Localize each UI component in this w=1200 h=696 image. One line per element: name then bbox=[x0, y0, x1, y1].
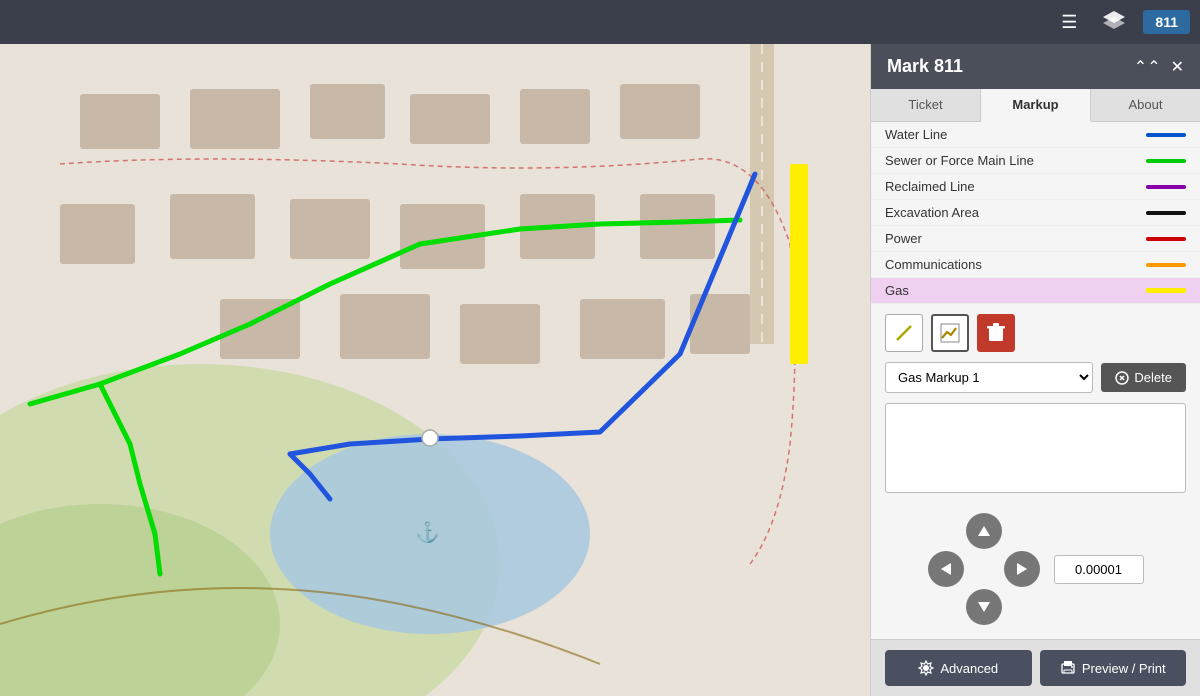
line-tool-button[interactable] bbox=[885, 314, 923, 352]
panel-header-icons: ⌃⌃ ✕ bbox=[1134, 57, 1184, 77]
panel: Mark 811 ⌃⌃ ✕ Ticket Markup About Water … bbox=[870, 44, 1200, 696]
preview-print-button[interactable]: Preview / Print bbox=[1040, 650, 1187, 686]
nav-right-button[interactable] bbox=[1004, 551, 1040, 587]
legend-label-gas: Gas bbox=[885, 283, 1146, 298]
top-bar: ☰ 811 bbox=[0, 0, 1200, 44]
legend-item-excavation: Excavation Area bbox=[871, 200, 1200, 226]
legend-label-power: Power bbox=[885, 231, 1146, 246]
legend-item-sewer: Sewer or Force Main Line bbox=[871, 148, 1200, 174]
advanced-label: Advanced bbox=[940, 661, 998, 676]
nav-controls: 0.00001 bbox=[871, 503, 1200, 635]
nav-empty-bl bbox=[928, 589, 964, 625]
nav-value-input[interactable]: 0.00001 bbox=[1054, 555, 1144, 584]
delete-tool-button[interactable] bbox=[977, 314, 1015, 352]
chart-tool-button[interactable] bbox=[931, 314, 969, 352]
nav-center bbox=[966, 551, 1002, 587]
notes-textarea[interactable] bbox=[885, 403, 1186, 493]
svg-text:⚓: ⚓ bbox=[415, 520, 440, 544]
legend-label-reclaimed: Reclaimed Line bbox=[885, 179, 1146, 194]
legend-line-power bbox=[1146, 237, 1186, 241]
legend-label-water: Water Line bbox=[885, 127, 1146, 142]
panel-title: Mark 811 bbox=[887, 56, 963, 77]
legend-line-reclaimed bbox=[1146, 185, 1186, 189]
nav-down-button[interactable] bbox=[966, 589, 1002, 625]
nav-grid bbox=[928, 513, 1040, 625]
badge-811[interactable]: 811 bbox=[1143, 10, 1190, 34]
collapse-icon[interactable]: ⌃⌃ bbox=[1134, 57, 1161, 77]
legend-list: Water Line Sewer or Force Main Line Recl… bbox=[871, 122, 1200, 304]
legend-item-water: Water Line bbox=[871, 122, 1200, 148]
legend-line-gas bbox=[1146, 288, 1186, 293]
panel-body: Water Line Sewer or Force Main Line Recl… bbox=[871, 122, 1200, 639]
nav-left-button[interactable] bbox=[928, 551, 964, 587]
legend-line-water bbox=[1146, 133, 1186, 137]
preview-print-label: Preview / Print bbox=[1082, 661, 1166, 676]
nav-empty-tr bbox=[1004, 513, 1040, 549]
main-area: ⚓ Mark 811 ⌃⌃ ✕ Ticket bbox=[0, 44, 1200, 696]
close-icon[interactable]: ✕ bbox=[1171, 57, 1184, 77]
legend-label-excavation: Excavation Area bbox=[885, 205, 1146, 220]
nav-empty-br bbox=[1004, 589, 1040, 625]
legend-item-gas: Gas bbox=[871, 278, 1200, 304]
legend-line-excavation bbox=[1146, 211, 1186, 215]
legend-item-reclaimed: Reclaimed Line bbox=[871, 174, 1200, 200]
tab-about[interactable]: About bbox=[1091, 89, 1200, 121]
legend-item-communications: Communications bbox=[871, 252, 1200, 278]
markup-name-row: Gas Markup 1 Delete bbox=[871, 362, 1200, 403]
legend-item-power: Power bbox=[871, 226, 1200, 252]
panel-header: Mark 811 ⌃⌃ ✕ bbox=[871, 44, 1200, 89]
markup-tools bbox=[871, 304, 1200, 362]
legend-label-communications: Communications bbox=[885, 257, 1146, 272]
legend-label-sewer: Sewer or Force Main Line bbox=[885, 153, 1146, 168]
legend-line-communications bbox=[1146, 263, 1186, 267]
tab-ticket[interactable]: Ticket bbox=[871, 89, 981, 121]
delete-label: Delete bbox=[1134, 370, 1172, 385]
layers-icon[interactable] bbox=[1095, 7, 1133, 38]
advanced-button[interactable]: Advanced bbox=[885, 650, 1032, 686]
markup-name-select[interactable]: Gas Markup 1 bbox=[885, 362, 1093, 393]
map-container[interactable]: ⚓ bbox=[0, 44, 870, 696]
menu-icon[interactable]: ☰ bbox=[1053, 8, 1085, 37]
panel-footer: Advanced Preview / Print bbox=[871, 639, 1200, 696]
tab-markup[interactable]: Markup bbox=[981, 89, 1091, 122]
nav-empty-tl bbox=[928, 513, 964, 549]
legend-line-sewer bbox=[1146, 159, 1186, 163]
delete-button[interactable]: Delete bbox=[1101, 363, 1186, 392]
nav-up-button[interactable] bbox=[966, 513, 1002, 549]
panel-tabs: Ticket Markup About bbox=[871, 89, 1200, 122]
